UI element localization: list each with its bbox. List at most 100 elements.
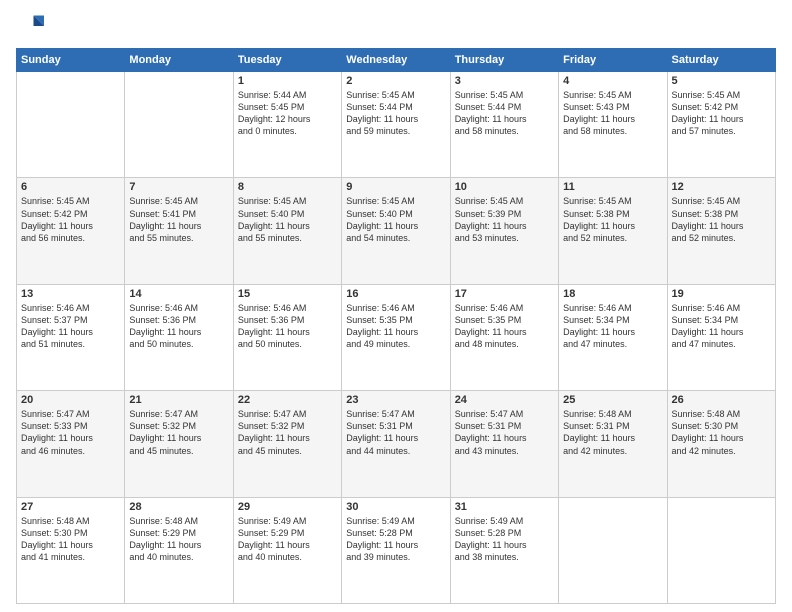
day-info: Sunrise: 5:45 AM Sunset: 5:38 PM Dayligh… <box>563 195 662 244</box>
day-info: Sunrise: 5:47 AM Sunset: 5:32 PM Dayligh… <box>129 408 228 457</box>
calendar-cell: 31Sunrise: 5:49 AM Sunset: 5:28 PM Dayli… <box>450 497 558 603</box>
weekday-header-tuesday: Tuesday <box>233 49 341 72</box>
day-info: Sunrise: 5:45 AM Sunset: 5:40 PM Dayligh… <box>238 195 337 244</box>
day-number: 29 <box>238 501 337 513</box>
day-number: 15 <box>238 288 337 300</box>
day-number: 2 <box>346 75 445 87</box>
day-info: Sunrise: 5:45 AM Sunset: 5:44 PM Dayligh… <box>455 89 554 138</box>
weekday-header-sunday: Sunday <box>17 49 125 72</box>
calendar-cell: 3 Sunrise: 5:45 AM Sunset: 5:44 PM Daylig… <box>450 72 558 178</box>
calendar-header: SundayMondayTuesdayWednesdayThursdayFrid… <box>17 49 776 72</box>
day-number: 5 <box>672 75 771 87</box>
day-number: 8 <box>238 181 337 193</box>
calendar-cell: 30Sunrise: 5:49 AM Sunset: 5:28 PM Dayli… <box>342 497 450 603</box>
calendar-cell: 7 Sunrise: 5:45 AM Sunset: 5:41 PM Daylig… <box>125 178 233 284</box>
calendar-cell: 23Sunrise: 5:47 AM Sunset: 5:31 PM Dayli… <box>342 391 450 497</box>
day-number: 28 <box>129 501 228 513</box>
calendar-cell: 17 Sunrise: 5:46 AM Sunset: 5:35 PM Dayli… <box>450 284 558 390</box>
calendar-cell <box>125 72 233 178</box>
calendar-cell: 8 Sunrise: 5:45 AM Sunset: 5:40 PM Daylig… <box>233 178 341 284</box>
day-info: Sunrise: 5:47 AM Sunset: 5:33 PM Dayligh… <box>21 408 120 457</box>
weekday-header-monday: Monday <box>125 49 233 72</box>
day-number: 10 <box>455 181 554 193</box>
day-number: 25 <box>563 394 662 406</box>
calendar-cell: 29 Sunrise: 5:49 AM Sunset: 5:29 PM Dayli… <box>233 497 341 603</box>
weekday-header-wednesday: Wednesday <box>342 49 450 72</box>
calendar-cell <box>559 497 667 603</box>
calendar-cell: 19Sunrise: 5:46 AM Sunset: 5:34 PM Dayli… <box>667 284 775 390</box>
day-info: Sunrise: 5:47 AM Sunset: 5:32 PM Dayligh… <box>238 408 337 457</box>
day-number: 1 <box>238 75 337 87</box>
day-info: Sunrise: 5:46 AM Sunset: 5:35 PM Dayligh… <box>455 302 554 351</box>
day-number: 7 <box>129 181 228 193</box>
day-number: 6 <box>21 181 120 193</box>
day-info: Sunrise: 5:45 AM Sunset: 5:39 PM Dayligh… <box>455 195 554 244</box>
day-number: 24 <box>455 394 554 406</box>
header <box>16 12 776 40</box>
day-info: Sunrise: 5:48 AM Sunset: 5:29 PM Dayligh… <box>129 515 228 564</box>
day-number: 17 <box>455 288 554 300</box>
day-info: Sunrise: 5:48 AM Sunset: 5:30 PM Dayligh… <box>672 408 771 457</box>
day-number: 16 <box>346 288 445 300</box>
calendar-week-1: 1 Sunrise: 5:44 AM Sunset: 5:45 PM Daylig… <box>17 72 776 178</box>
calendar-week-2: 6 Sunrise: 5:45 AM Sunset: 5:42 PM Daylig… <box>17 178 776 284</box>
calendar-cell: 16 Sunrise: 5:46 AM Sunset: 5:35 PM Dayli… <box>342 284 450 390</box>
calendar-cell <box>667 497 775 603</box>
calendar-week-3: 13 Sunrise: 5:46 AM Sunset: 5:37 PM Dayli… <box>17 284 776 390</box>
calendar-cell: 2 Sunrise: 5:45 AM Sunset: 5:44 PM Daylig… <box>342 72 450 178</box>
day-number: 14 <box>129 288 228 300</box>
day-info: Sunrise: 5:45 AM Sunset: 5:43 PM Dayligh… <box>563 89 662 138</box>
calendar-cell: 5 Sunrise: 5:45 AM Sunset: 5:42 PM Daylig… <box>667 72 775 178</box>
calendar-cell: 27 Sunrise: 5:48 AM Sunset: 5:30 PM Dayli… <box>17 497 125 603</box>
day-info: Sunrise: 5:47 AM Sunset: 5:31 PM Dayligh… <box>346 408 445 457</box>
calendar-table: SundayMondayTuesdayWednesdayThursdayFrid… <box>16 48 776 604</box>
day-info: Sunrise: 5:45 AM Sunset: 5:41 PM Dayligh… <box>129 195 228 244</box>
calendar-cell: 13 Sunrise: 5:46 AM Sunset: 5:37 PM Dayli… <box>17 284 125 390</box>
day-info: Sunrise: 5:45 AM Sunset: 5:42 PM Dayligh… <box>21 195 120 244</box>
calendar-cell: 18Sunrise: 5:46 AM Sunset: 5:34 PM Dayli… <box>559 284 667 390</box>
day-number: 13 <box>21 288 120 300</box>
logo <box>16 12 46 40</box>
calendar-cell: 15 Sunrise: 5:46 AM Sunset: 5:36 PM Dayli… <box>233 284 341 390</box>
calendar-week-4: 20 Sunrise: 5:47 AM Sunset: 5:33 PM Dayli… <box>17 391 776 497</box>
day-info: Sunrise: 5:47 AM Sunset: 5:31 PM Dayligh… <box>455 408 554 457</box>
day-number: 4 <box>563 75 662 87</box>
day-info: Sunrise: 5:45 AM Sunset: 5:44 PM Dayligh… <box>346 89 445 138</box>
calendar-cell: 9 Sunrise: 5:45 AM Sunset: 5:40 PM Daylig… <box>342 178 450 284</box>
calendar-cell: 26 Sunrise: 5:48 AM Sunset: 5:30 PM Dayli… <box>667 391 775 497</box>
day-number: 18 <box>563 288 662 300</box>
day-number: 12 <box>672 181 771 193</box>
day-info: Sunrise: 5:45 AM Sunset: 5:38 PM Dayligh… <box>672 195 771 244</box>
day-info: Sunrise: 5:45 AM Sunset: 5:42 PM Dayligh… <box>672 89 771 138</box>
day-info: Sunrise: 5:46 AM Sunset: 5:35 PM Dayligh… <box>346 302 445 351</box>
day-info: Sunrise: 5:48 AM Sunset: 5:31 PM Dayligh… <box>563 408 662 457</box>
day-info: Sunrise: 5:46 AM Sunset: 5:34 PM Dayligh… <box>672 302 771 351</box>
calendar-cell: 14Sunrise: 5:46 AM Sunset: 5:36 PM Dayli… <box>125 284 233 390</box>
calendar-cell: 12 Sunrise: 5:45 AM Sunset: 5:38 PM Dayli… <box>667 178 775 284</box>
day-number: 11 <box>563 181 662 193</box>
weekday-header-saturday: Saturday <box>667 49 775 72</box>
logo-icon <box>16 12 44 40</box>
calendar-week-5: 27 Sunrise: 5:48 AM Sunset: 5:30 PM Dayli… <box>17 497 776 603</box>
calendar-cell: 28 Sunrise: 5:48 AM Sunset: 5:29 PM Dayli… <box>125 497 233 603</box>
weekday-header-row: SundayMondayTuesdayWednesdayThursdayFrid… <box>17 49 776 72</box>
calendar-cell <box>17 72 125 178</box>
day-info: Sunrise: 5:48 AM Sunset: 5:30 PM Dayligh… <box>21 515 120 564</box>
day-info: Sunrise: 5:44 AM Sunset: 5:45 PM Dayligh… <box>238 89 337 138</box>
calendar-cell: 22 Sunrise: 5:47 AM Sunset: 5:32 PM Dayli… <box>233 391 341 497</box>
day-info: Sunrise: 5:45 AM Sunset: 5:40 PM Dayligh… <box>346 195 445 244</box>
calendar-cell: 25 Sunrise: 5:48 AM Sunset: 5:31 PM Dayli… <box>559 391 667 497</box>
day-info: Sunrise: 5:49 AM Sunset: 5:29 PM Dayligh… <box>238 515 337 564</box>
day-number: 9 <box>346 181 445 193</box>
day-number: 26 <box>672 394 771 406</box>
day-number: 31 <box>455 501 554 513</box>
day-info: Sunrise: 5:46 AM Sunset: 5:36 PM Dayligh… <box>238 302 337 351</box>
day-info: Sunrise: 5:46 AM Sunset: 5:37 PM Dayligh… <box>21 302 120 351</box>
weekday-header-friday: Friday <box>559 49 667 72</box>
day-number: 22 <box>238 394 337 406</box>
calendar-cell: 20 Sunrise: 5:47 AM Sunset: 5:33 PM Dayli… <box>17 391 125 497</box>
day-number: 27 <box>21 501 120 513</box>
day-number: 3 <box>455 75 554 87</box>
day-number: 20 <box>21 394 120 406</box>
calendar-cell: 10 Sunrise: 5:45 AM Sunset: 5:39 PM Dayli… <box>450 178 558 284</box>
